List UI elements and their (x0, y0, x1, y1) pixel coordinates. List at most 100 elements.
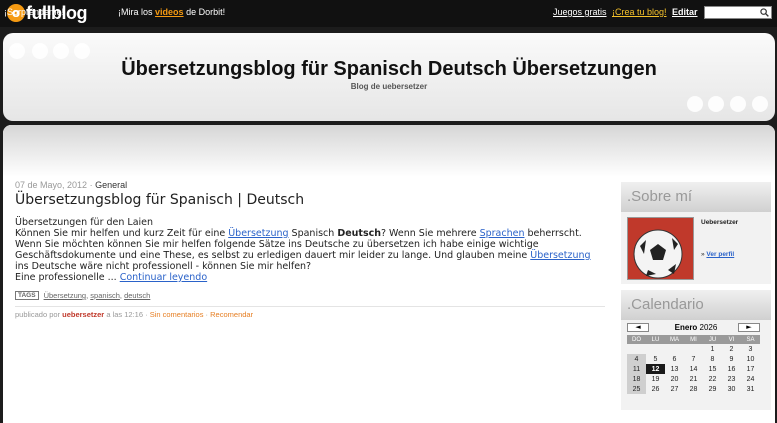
blog-title[interactable]: Übersetzungsblog für Spanisch Deutsch Üb… (3, 58, 775, 81)
blog-post: 07 de Mayo, 2012 · General Übersetzungsb… (15, 180, 605, 319)
decorative-dot (32, 43, 48, 59)
calendar-day[interactable]: 4 (627, 354, 646, 364)
calendar-day[interactable]: 22 (703, 374, 722, 384)
calendar-day[interactable]: 26 (646, 384, 665, 394)
tag-link[interactable]: deutsch (124, 291, 150, 300)
view-profile-link[interactable]: Ver perfil (706, 251, 734, 258)
free-games-link[interactable]: Juegos gratis (549, 4, 611, 21)
calendar-day[interactable]: 30 (722, 384, 741, 394)
continue-reading-link[interactable]: Continuar leyendo (120, 272, 207, 283)
calendar-day[interactable]: 6 (665, 354, 684, 364)
calendar-weekday: VI (722, 335, 741, 344)
calendar-weekday: MA (665, 335, 684, 344)
post-title[interactable]: Übersetzungsblog für Spanisch | Deutsch (15, 192, 605, 208)
calendar-day[interactable]: 14 (684, 364, 703, 374)
calendar-week: 18 19 20 21 22 23 24 (627, 374, 760, 384)
calendar-day[interactable]: 21 (684, 374, 703, 384)
calendar-day[interactable]: 9 (722, 354, 741, 364)
calendar-day[interactable]: 17 (741, 364, 760, 374)
calendar-day[interactable]: 20 (665, 374, 684, 384)
post-author-link[interactable]: uebersetzer (62, 310, 104, 319)
calendar-day[interactable]: 27 (665, 384, 684, 394)
post-category-link[interactable]: General (95, 180, 127, 190)
promo-text: ¡Mira los videos de Dorbit! (118, 7, 226, 17)
surprise-me-button[interactable]: ¡Sorpréndeme! (0, 4, 68, 21)
calendar-day[interactable]: 10 (741, 354, 760, 364)
decorative-dot (752, 96, 768, 112)
post-footer: publicado por uebersetzer a las 12:16 · … (15, 310, 254, 319)
tag-link[interactable]: spanisch (90, 291, 120, 300)
calendar-day[interactable]: 23 (722, 374, 741, 384)
calendar-day[interactable]: 8 (703, 354, 722, 364)
decorative-dot (53, 43, 69, 59)
content-band (3, 125, 775, 177)
top-bar: o fullblog ¡Mira los videos de Dorbit! ¡… (0, 0, 777, 27)
calendar-day[interactable]: 13 (665, 364, 684, 374)
blog-subtitle: Blog de uebersetzer (350, 82, 428, 91)
search-icon[interactable] (760, 8, 769, 17)
calendar-week: 123 (627, 344, 760, 354)
calendar: ◄ Enero 2026 ► DO LU MA MI JU VI SA 1234567891… (621, 320, 771, 410)
calendar-day[interactable]: 18 (627, 374, 646, 384)
calendar-day[interactable]: 7 (684, 354, 703, 364)
decorative-dot (9, 43, 25, 59)
decorative-dot (730, 96, 746, 112)
link-sprachen[interactable]: Sprachen (480, 228, 525, 239)
calendar-weekday: MI (684, 335, 703, 344)
post-meta: 07 de Mayo, 2012 · General (15, 180, 128, 190)
calendar-week: 11 12 13 14 15 16 17 (627, 364, 760, 374)
tags-label: TAGS (15, 291, 39, 300)
tags-row: TAGS Übersetzung, spanisch, deutsch (15, 291, 605, 300)
calendar-day[interactable]: 24 (741, 374, 760, 384)
calendar-day[interactable]: 1 (703, 344, 722, 354)
calendar-heading: .Calendario (621, 290, 771, 320)
about-box: Uebersetzer » Ver perfil (621, 212, 771, 284)
avatar[interactable] (627, 217, 694, 280)
decorative-dot (708, 96, 724, 112)
search-input[interactable] (704, 6, 772, 19)
calendar-day[interactable]: 5 (646, 354, 665, 364)
view-profile: » Ver perfil (701, 251, 735, 258)
post-date: 07 de Mayo, 2012 (15, 180, 88, 190)
calendar-day[interactable]: 15 (703, 364, 722, 374)
sidebar: .Sobre mí Uebersetzer » Ver perfil .Cale… (621, 182, 771, 410)
calendar-day[interactable]: 19 (646, 374, 665, 384)
calendar-day (665, 344, 684, 354)
post-divider (15, 306, 605, 307)
calendar-weekday: DO (627, 335, 646, 344)
calendar-day[interactable]: 16 (722, 364, 741, 374)
calendar-weekday: JU (703, 335, 722, 344)
decorative-dot (687, 96, 703, 112)
calendar-day[interactable]: 28 (684, 384, 703, 394)
promo-videos-link[interactable]: videos (155, 7, 184, 17)
calendar-day (684, 344, 703, 354)
calendar-day[interactable]: 29 (703, 384, 722, 394)
calendar-day[interactable]: 25 (627, 384, 646, 394)
link-ubersetzung-2[interactable]: Übersetzung (530, 250, 590, 261)
soccer-ball-icon (628, 218, 693, 279)
calendar-day[interactable]: 11 (627, 364, 646, 374)
calendar-day[interactable]: 31 (741, 384, 760, 394)
about-heading: .Sobre mí (621, 182, 771, 212)
create-blog-link[interactable]: ¡Crea tu blog! (608, 4, 671, 21)
comments-link[interactable]: Sin comentarios (150, 310, 204, 319)
edit-link[interactable]: Editar (668, 4, 702, 21)
calendar-next-button[interactable]: ► (738, 323, 760, 332)
calendar-day[interactable]: 12 (646, 364, 665, 374)
recommend-link[interactable]: Recomendar (210, 310, 253, 319)
about-name: Uebersetzer (701, 219, 739, 226)
calendar-weekday: LU (646, 335, 665, 344)
calendar-day[interactable]: 2 (722, 344, 741, 354)
content-area: 07 de Mayo, 2012 · General Übersetzungsb… (3, 125, 775, 423)
tag-link[interactable]: Übersetzung (44, 291, 87, 300)
decorative-dot (74, 43, 90, 59)
calendar-grid: DO LU MA MI JU VI SA 1 2 3 4 5 6 7 8 9 10 11 12 13 14 15 16 17… (627, 335, 760, 394)
post-body: Übersetzungen für den Laien Können Sie m… (15, 217, 591, 283)
calendar-week: 4 5 6 7 8 9 10 (627, 354, 760, 364)
calendar-weekday: SA (741, 335, 760, 344)
calendar-week: 25 26 27 28 29 30 31 (627, 384, 760, 394)
link-ubersetzung[interactable]: Übersetzung (228, 228, 288, 239)
blog-header: Übersetzungsblog für Spanisch Deutsch Üb… (3, 33, 775, 121)
calendar-day (627, 344, 646, 354)
calendar-day[interactable]: 3 (741, 344, 760, 354)
